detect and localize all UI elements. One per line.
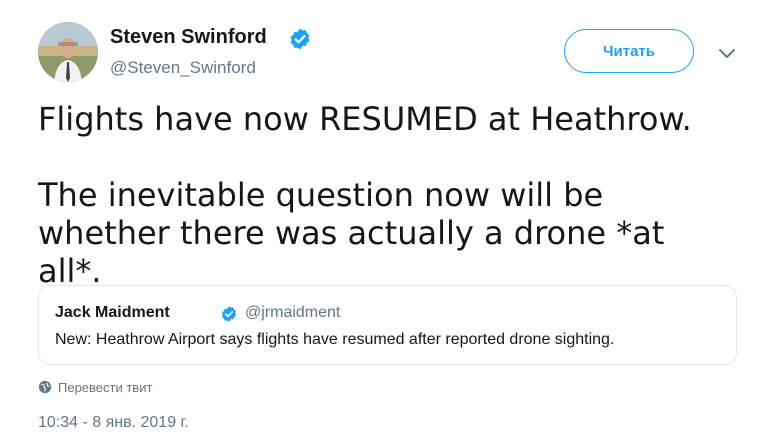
- quoted-tweet-text: New: Heathrow Airport says flights have …: [55, 331, 615, 348]
- author-name[interactable]: Steven Swinford: [110, 26, 267, 49]
- verified-badge-icon: [221, 306, 237, 322]
- chevron-down-icon[interactable]: [718, 48, 736, 60]
- tweet-card: Steven Swinford @Steven_Swinford Читать …: [0, 0, 779, 446]
- quoted-author-name: Jack Maidment: [55, 304, 170, 321]
- follow-button[interactable]: Читать: [564, 29, 694, 73]
- tweet-text: Flights have now RESUMED at Heathrow. Th…: [38, 100, 738, 290]
- verified-badge-icon: [290, 28, 310, 50]
- tweet-paragraph: Flights have now RESUMED at Heathrow.: [38, 100, 692, 138]
- globe-icon: [38, 380, 52, 394]
- author-handle[interactable]: @Steven_Swinford: [110, 58, 256, 78]
- profile-photo-icon: [38, 22, 98, 82]
- quoted-tweet[interactable]: Jack Maidment @jrmaidment New: Heathrow …: [38, 285, 737, 365]
- translate-tweet-link[interactable]: Перевести твит: [38, 378, 152, 396]
- quoted-author-handle: @jrmaidment: [245, 304, 341, 321]
- translate-label: Перевести твит: [58, 379, 153, 395]
- tweet-paragraph: The inevitable question now will be whet…: [38, 176, 665, 290]
- tweet-timestamp[interactable]: 10:34 - 8 янв. 2019 г.: [38, 414, 189, 432]
- avatar[interactable]: [38, 22, 98, 82]
